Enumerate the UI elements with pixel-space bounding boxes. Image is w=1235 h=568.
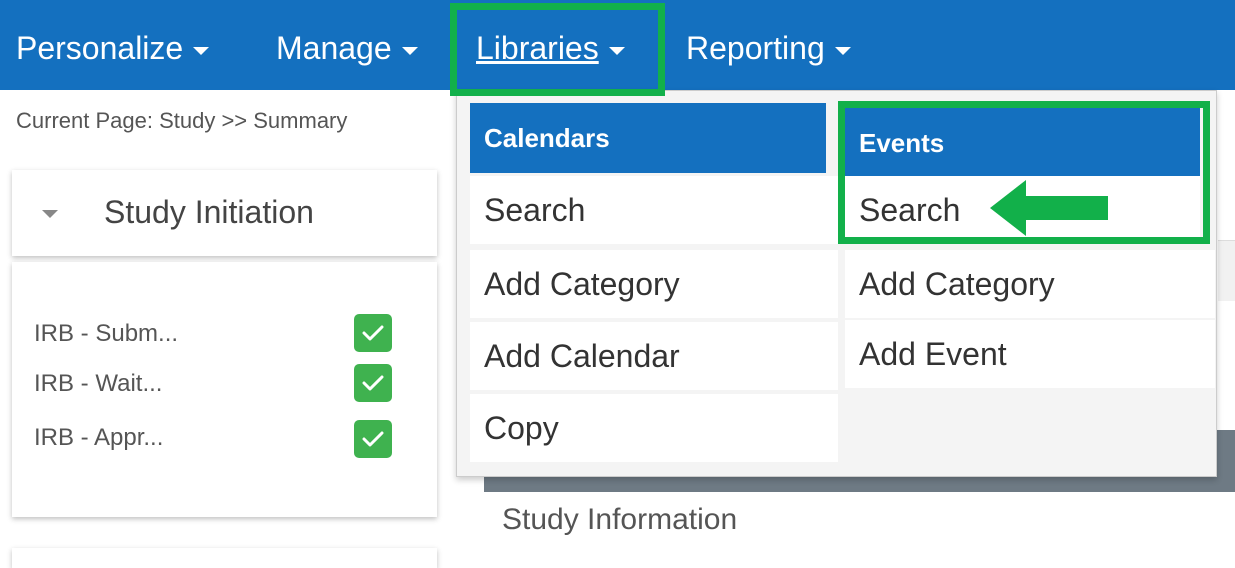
- calendars-search[interactable]: Search: [470, 176, 838, 244]
- caret-down-icon: [834, 46, 851, 55]
- nav-manage-label: Manage: [276, 30, 392, 66]
- collapse-triangle-icon[interactable]: [42, 210, 58, 218]
- calendars-copy[interactable]: Copy: [470, 394, 838, 462]
- caret-down-icon: [608, 46, 625, 55]
- top-navbar: Personalize Manage Libraries Reporting: [0, 0, 1235, 90]
- study-initiation-tasks: IRB - Subm... IRB - Wait... IRB - Appr..…: [12, 262, 437, 517]
- background-card: [1218, 240, 1235, 301]
- events-add-category[interactable]: Add Category: [845, 250, 1215, 318]
- breadcrumb: Current Page: Study >> Summary: [16, 108, 348, 133]
- task-label: IRB - Wait...: [34, 370, 163, 397]
- nav-reporting[interactable]: Reporting: [686, 26, 851, 70]
- left-arrow-icon: [990, 180, 1108, 236]
- checkmark-icon[interactable]: [354, 420, 392, 458]
- task-label: IRB - Subm...: [34, 320, 179, 347]
- nav-manage[interactable]: Manage: [276, 26, 418, 70]
- caret-down-icon: [193, 46, 210, 55]
- nav-libraries[interactable]: Libraries: [476, 26, 625, 70]
- study-information-label: Study Information: [502, 503, 738, 536]
- calendars-add-category[interactable]: Add Category: [470, 250, 838, 318]
- nav-reporting-label: Reporting: [686, 30, 825, 66]
- nav-personalize[interactable]: Personalize: [16, 26, 210, 70]
- nav-personalize-label: Personalize: [16, 30, 184, 66]
- nav-libraries-label: Libraries: [476, 30, 599, 66]
- study-initiation-title: Study Initiation: [104, 194, 314, 230]
- checkmark-icon[interactable]: [354, 364, 392, 402]
- study-initiation-header[interactable]: Study Initiation: [12, 170, 437, 256]
- events-add-event[interactable]: Add Event: [845, 320, 1215, 388]
- task-label: IRB - Appr...: [34, 424, 164, 451]
- caret-down-icon: [401, 46, 418, 55]
- events-header: Events: [845, 108, 1200, 178]
- next-panel-edge: [12, 548, 437, 568]
- checkmark-icon[interactable]: [354, 314, 392, 352]
- calendars-add-calendar[interactable]: Add Calendar: [470, 322, 838, 390]
- calendars-header: Calendars: [470, 103, 826, 173]
